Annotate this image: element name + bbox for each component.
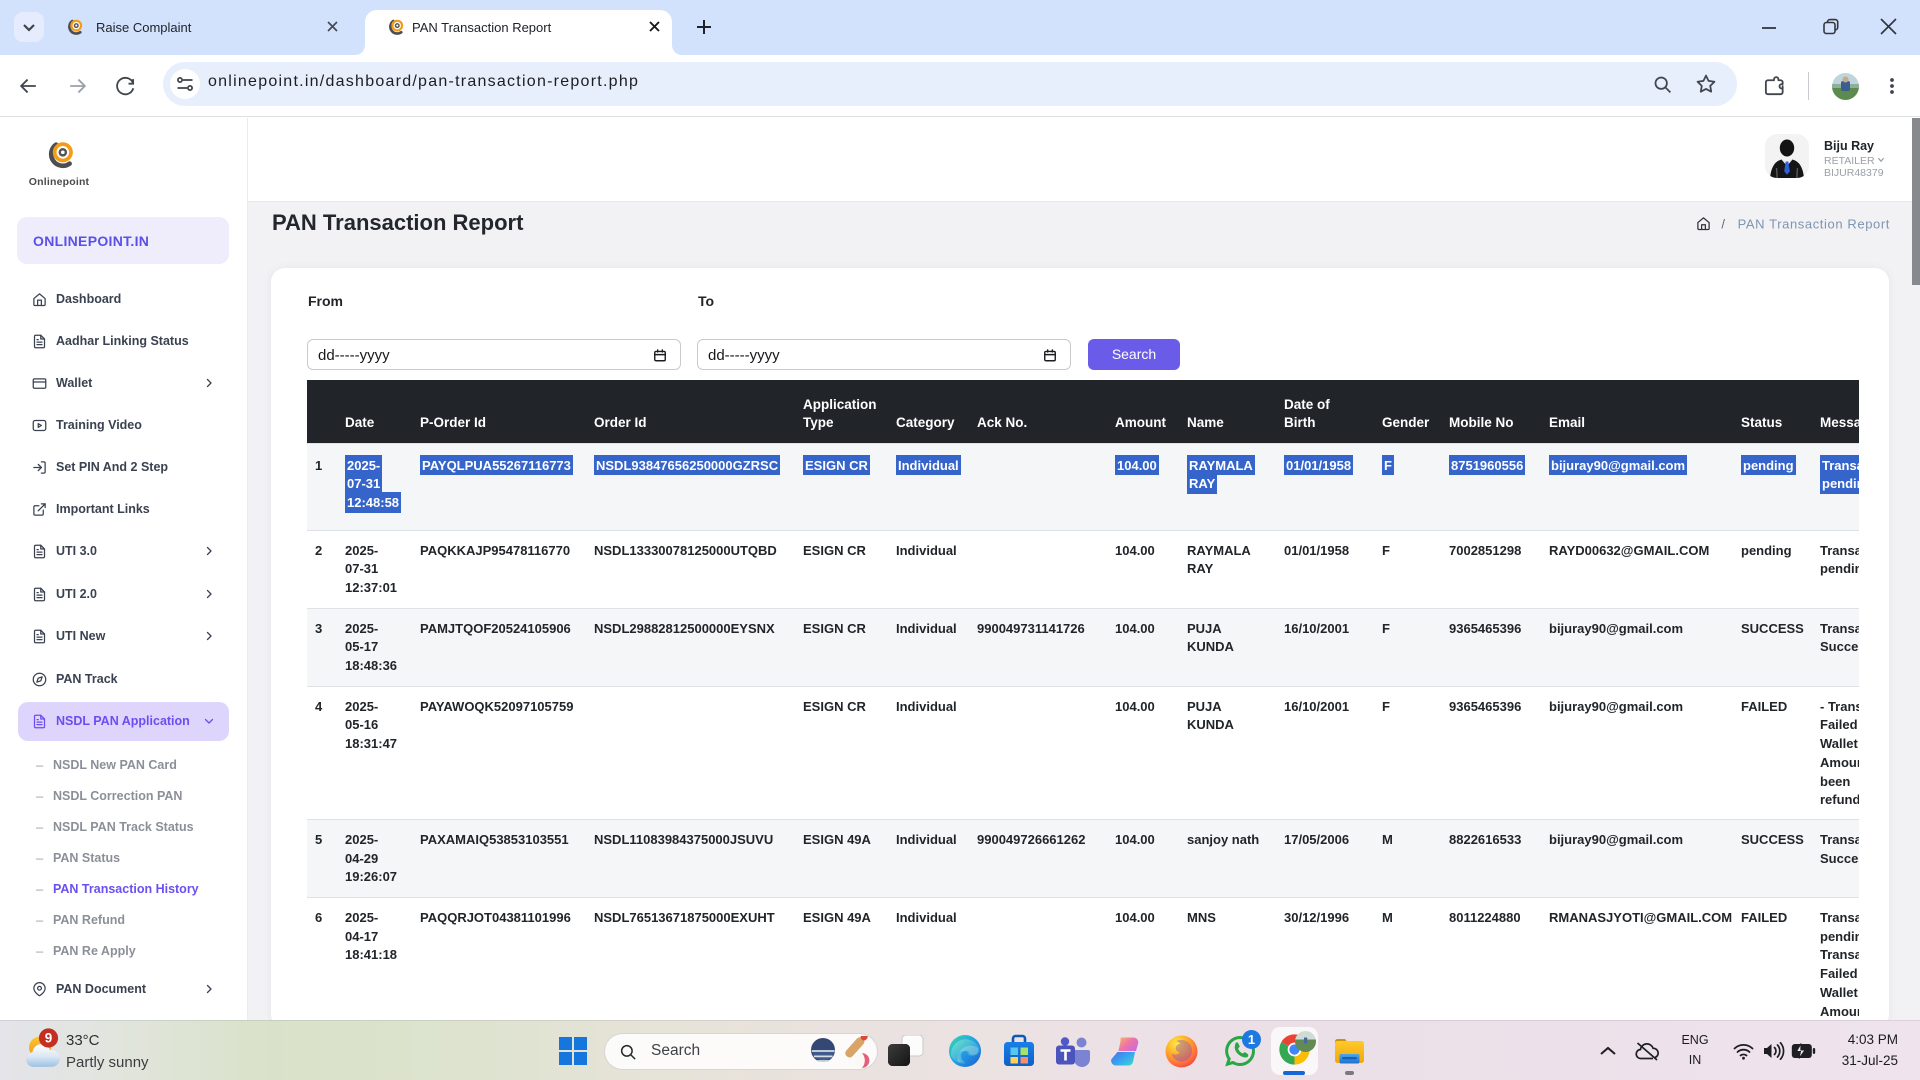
- svg-text:9: 9: [45, 1031, 53, 1046]
